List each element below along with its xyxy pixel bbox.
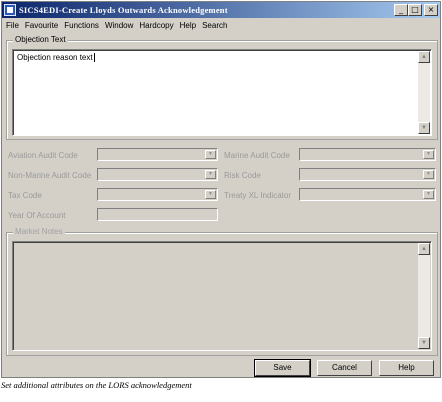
- menu-functions[interactable]: Functions: [64, 21, 99, 30]
- treaty-xl-indicator-select[interactable]: ▼: [299, 188, 436, 201]
- menu-search[interactable]: Search: [202, 21, 227, 30]
- objection-text-group: Objection Text Objection reason text ▲ ▼: [6, 35, 438, 140]
- aviation-audit-code-label: Aviation Audit Code: [8, 151, 78, 160]
- scroll-up-icon[interactable]: ▲: [418, 243, 430, 255]
- marine-audit-code-label: Marine Audit Code: [224, 151, 290, 160]
- chevron-down-icon: ▼: [423, 170, 434, 179]
- window-title: SICS4EDI-Create Lloyds Outwards Acknowle…: [19, 5, 228, 15]
- chevron-down-icon: ▼: [423, 190, 434, 199]
- figure-caption: Set additional attributes on the LORS ac…: [1, 380, 192, 390]
- app-window: SICS4EDI-Create Lloyds Outwards Acknowle…: [1, 1, 441, 378]
- close-button[interactable]: ×: [424, 4, 438, 16]
- risk-code-label: Risk Code: [224, 171, 261, 180]
- menu-help[interactable]: Help: [180, 21, 196, 30]
- menu-file[interactable]: File: [6, 21, 19, 30]
- title-bar[interactable]: SICS4EDI-Create Lloyds Outwards Acknowle…: [2, 2, 440, 18]
- aviation-audit-code-select[interactable]: ▼: [97, 148, 218, 161]
- marine-audit-code-select[interactable]: ▼: [299, 148, 436, 161]
- minimize-button[interactable]: _: [394, 4, 408, 16]
- treaty-xl-indicator-label: Treaty XL Indicator: [224, 191, 291, 200]
- scroll-up-icon[interactable]: ▲: [418, 51, 430, 63]
- scroll-down-icon[interactable]: ▼: [418, 337, 430, 349]
- market-notes-area[interactable]: ▲ ▼: [12, 241, 432, 351]
- objection-text-label: Objection Text: [13, 35, 68, 44]
- objection-scrollbar[interactable]: ▲ ▼: [418, 51, 430, 134]
- chevron-down-icon: ▼: [205, 170, 216, 179]
- chevron-down-icon: ▼: [205, 150, 216, 159]
- market-notes-scrollbar[interactable]: ▲ ▼: [418, 243, 430, 349]
- risk-code-select[interactable]: ▼: [299, 168, 436, 181]
- tax-code-select[interactable]: ▼: [97, 188, 218, 201]
- menu-window[interactable]: Window: [105, 21, 133, 30]
- maximize-button[interactable]: □: [408, 4, 422, 16]
- objection-text-area[interactable]: Objection reason text ▲ ▼: [12, 49, 432, 136]
- menu-favourite[interactable]: Favourite: [25, 21, 58, 30]
- chevron-down-icon: ▼: [423, 150, 434, 159]
- objection-text-value: Objection reason text: [17, 53, 95, 63]
- market-notes-label: Market Notes: [13, 227, 65, 236]
- cancel-button[interactable]: Cancel: [317, 360, 372, 376]
- save-button[interactable]: Save: [254, 359, 311, 377]
- menu-hardcopy[interactable]: Hardcopy: [139, 21, 173, 30]
- app-icon: [4, 4, 16, 16]
- chevron-down-icon: ▼: [205, 190, 216, 199]
- menu-bar: File Favourite Functions Window Hardcopy…: [2, 18, 440, 32]
- scroll-down-icon[interactable]: ▼: [418, 122, 430, 134]
- tax-code-label: Tax Code: [8, 191, 42, 200]
- non-marine-audit-code-label: Non-Marine Audit Code: [8, 171, 92, 180]
- window-controls: _ □ ×: [394, 4, 438, 16]
- year-of-account-input[interactable]: [97, 208, 218, 221]
- non-marine-audit-code-select[interactable]: ▼: [97, 168, 218, 181]
- market-notes-group: Market Notes ▲ ▼: [6, 227, 438, 356]
- year-of-account-label: Year Of Account: [8, 211, 66, 220]
- help-button[interactable]: Help: [379, 360, 434, 376]
